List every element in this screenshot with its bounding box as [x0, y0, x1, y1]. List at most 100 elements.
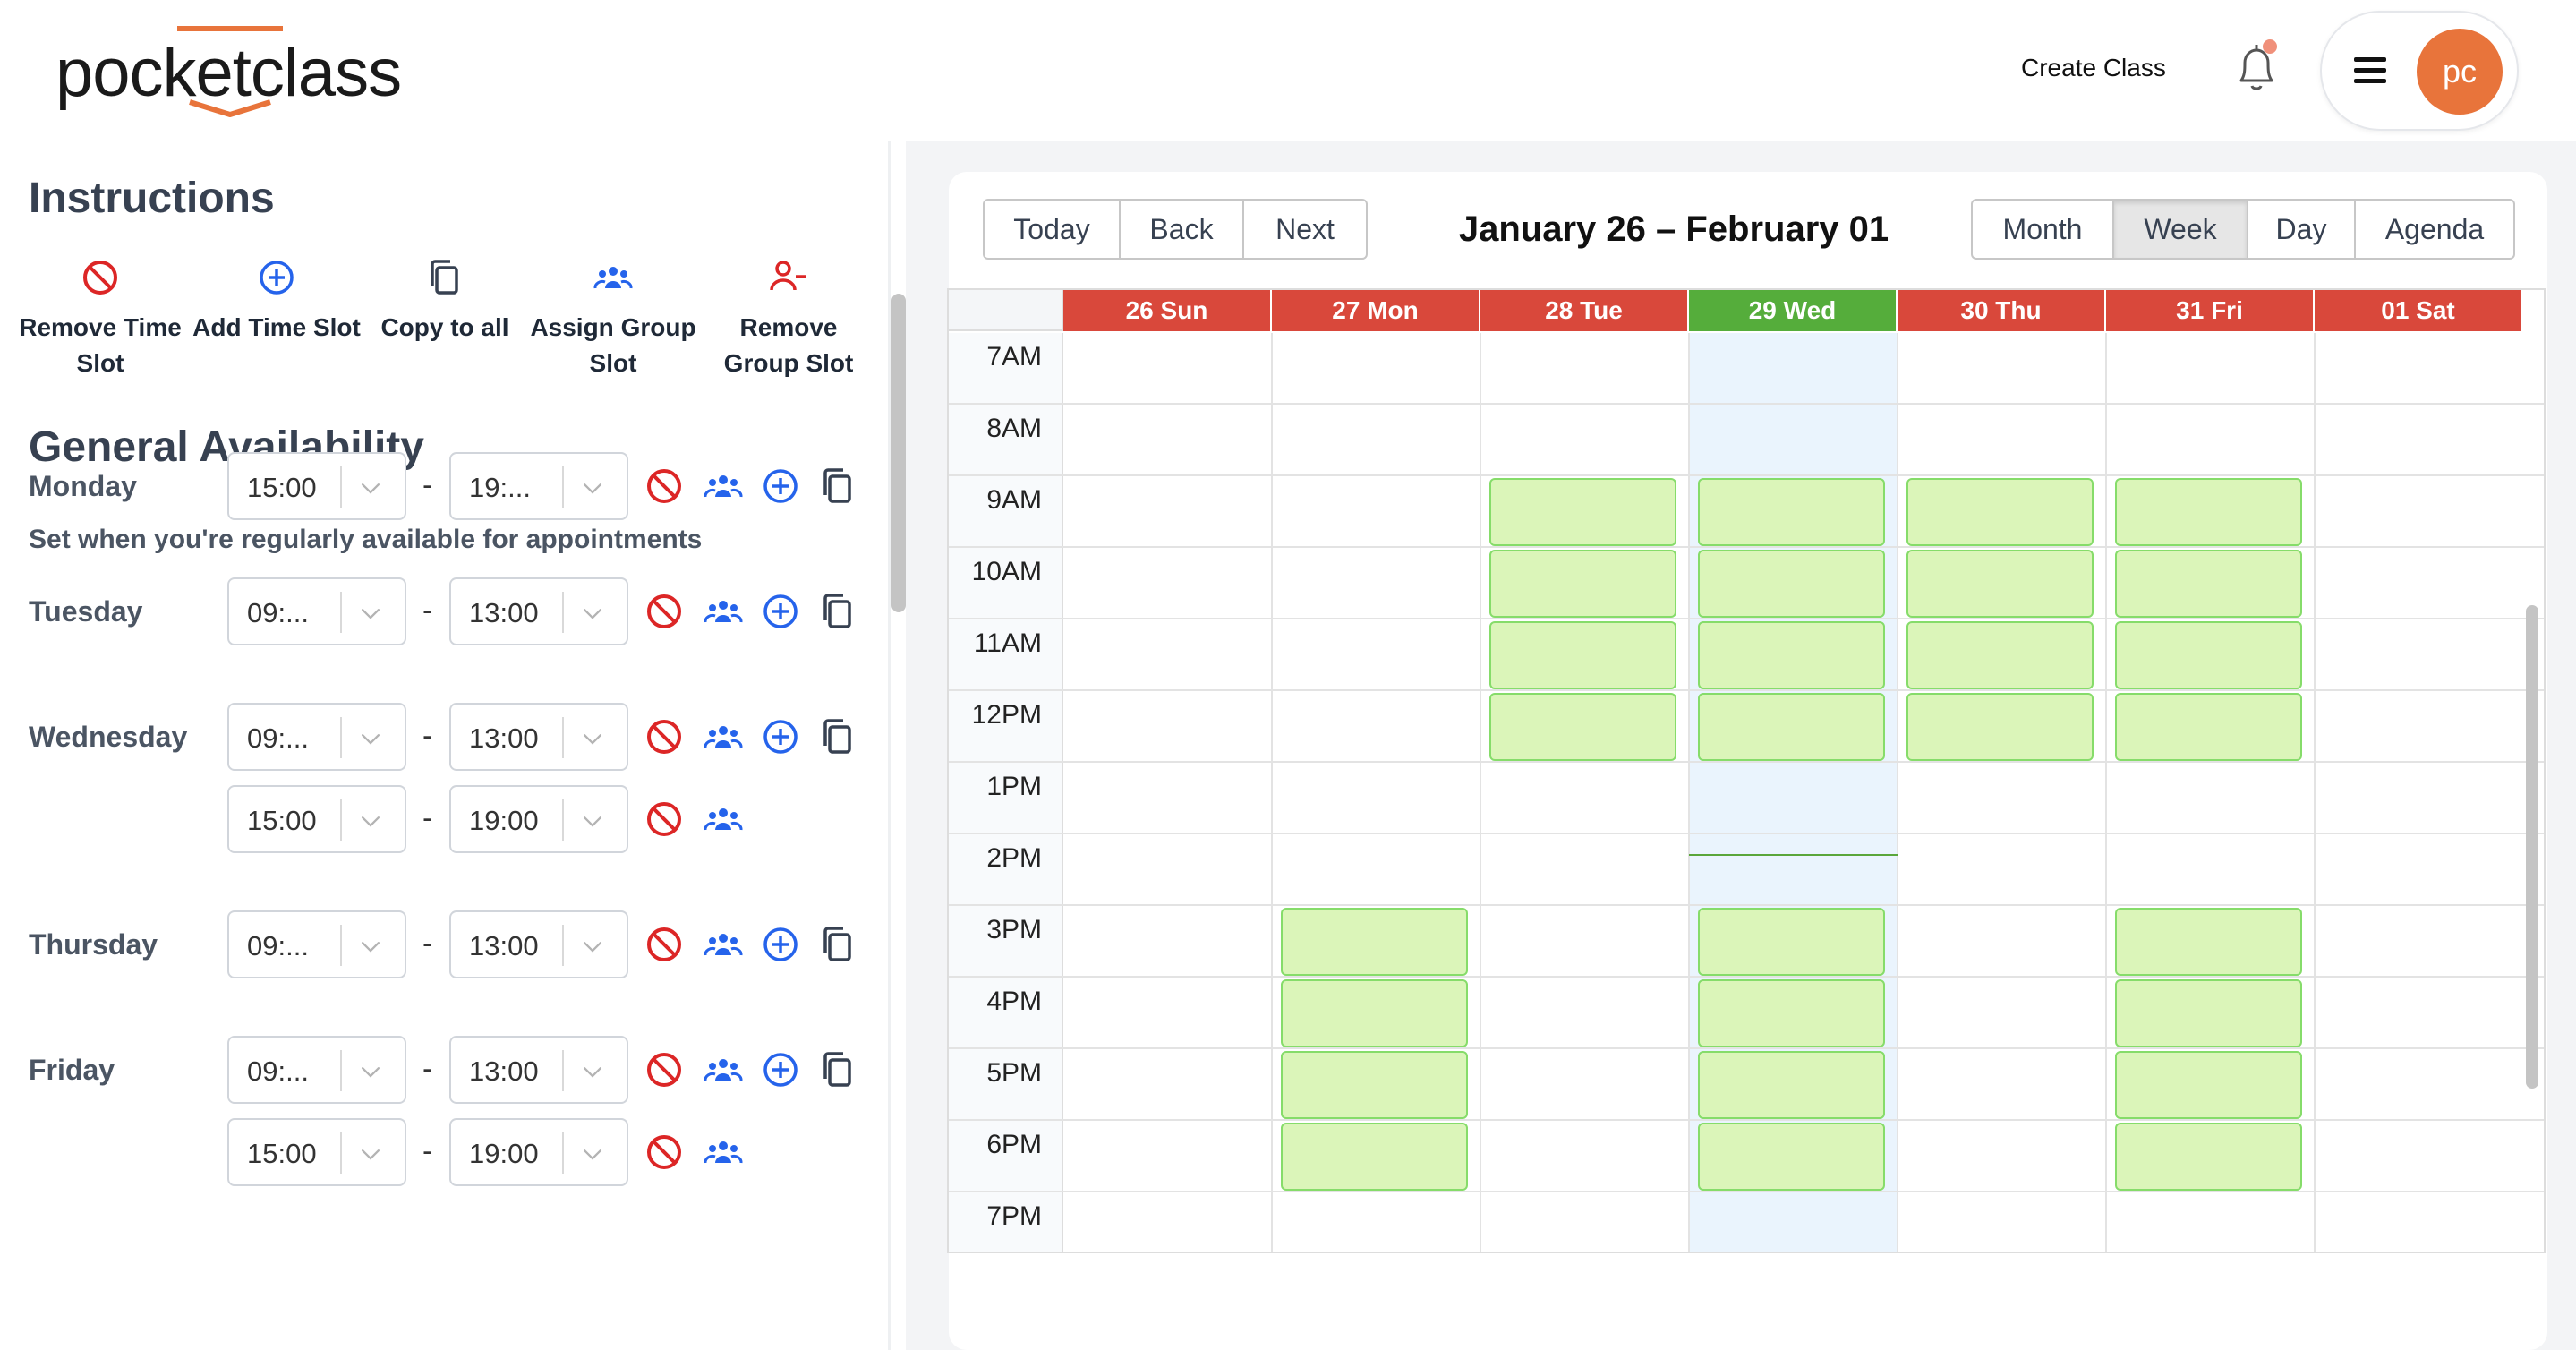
availability-slot-event[interactable]	[1906, 621, 2094, 689]
availability-slot-event[interactable]	[2115, 621, 2302, 689]
notification-bell-icon[interactable]	[2232, 39, 2281, 97]
chevron-down-icon[interactable]	[358, 1059, 383, 1084]
availability-slot-event[interactable]	[1906, 693, 2094, 761]
availability-slot-event[interactable]	[1906, 478, 2094, 546]
chevron-down-icon[interactable]	[358, 601, 383, 626]
start-time-select[interactable]: 09:...	[227, 703, 406, 771]
chevron-down-icon[interactable]	[358, 808, 383, 833]
chevron-down-icon[interactable]	[580, 475, 605, 500]
legend-label: Add Time Slot	[192, 313, 361, 341]
view-button-month[interactable]: Month	[1973, 201, 2114, 258]
calendar-scrollbar[interactable]	[2526, 605, 2538, 1089]
end-time-select[interactable]: 19:00	[449, 1118, 628, 1186]
copy-to-all-button[interactable]	[818, 466, 857, 506]
end-time-select[interactable]: 13:00	[449, 1036, 628, 1104]
assign-group-slot-button[interactable]	[704, 1132, 743, 1172]
chevron-down-icon[interactable]	[580, 726, 605, 751]
chevron-down-icon[interactable]	[580, 808, 605, 833]
availability-slot-event[interactable]	[2115, 693, 2302, 761]
pocketclass-logo[interactable]: pocketclass	[55, 20, 402, 118]
day-header[interactable]: 31 Fri	[2106, 290, 2315, 331]
end-time-select[interactable]: 19:00	[449, 785, 628, 853]
day-header[interactable]: 28 Tue	[1480, 290, 1689, 331]
start-time-select[interactable]: 15:00	[227, 1118, 406, 1186]
day-header[interactable]: 26 Sun	[1063, 290, 1272, 331]
create-class-link[interactable]: Create Class	[2021, 54, 2166, 82]
assign-group-slot-button[interactable]	[704, 466, 743, 506]
copy-to-all-button[interactable]	[818, 717, 857, 756]
remove-time-slot-button[interactable]	[644, 1132, 684, 1172]
availability-slot-event[interactable]	[1281, 1123, 1468, 1191]
profile-menu-button[interactable]: pc	[2320, 11, 2519, 131]
view-button-agenda[interactable]: Agenda	[2356, 201, 2513, 258]
copy-to-all-button[interactable]	[818, 1050, 857, 1089]
availability-slot-event[interactable]	[2115, 908, 2302, 976]
availability-slot-event[interactable]	[1489, 478, 1676, 546]
availability-slot-event[interactable]	[1489, 621, 1676, 689]
chevron-down-icon[interactable]	[580, 601, 605, 626]
availability-slot-event[interactable]	[1698, 908, 1885, 976]
add-time-slot-button[interactable]	[761, 592, 800, 631]
chevron-down-icon[interactable]	[580, 934, 605, 959]
assign-group-slot-button[interactable]	[704, 592, 743, 631]
availability-slot-event[interactable]	[2115, 1123, 2302, 1191]
availability-slot-event[interactable]	[1489, 693, 1676, 761]
start-time-select[interactable]: 09:...	[227, 577, 406, 645]
start-time-select[interactable]: 15:00	[227, 452, 406, 520]
day-header[interactable]: 01 Sat	[2315, 290, 2523, 331]
availability-slot-event[interactable]	[2115, 979, 2302, 1047]
availability-slot-event[interactable]	[1698, 979, 1885, 1047]
nav-button-back[interactable]: Back	[1121, 201, 1244, 258]
chevron-down-icon[interactable]	[358, 1141, 383, 1166]
add-time-slot-button[interactable]	[761, 717, 800, 756]
availability-slot-event[interactable]	[1906, 550, 2094, 618]
add-time-slot-button[interactable]	[761, 1050, 800, 1089]
chevron-down-icon[interactable]	[358, 934, 383, 959]
availability-slot-event[interactable]	[1698, 550, 1885, 618]
day-header[interactable]: 27 Mon	[1272, 290, 1480, 331]
chevron-down-icon[interactable]	[358, 475, 383, 500]
start-time-select[interactable]: 09:...	[227, 910, 406, 978]
end-time-select[interactable]: 13:00	[449, 577, 628, 645]
remove-time-slot-button[interactable]	[644, 925, 684, 964]
remove-time-slot-button[interactable]	[644, 717, 684, 756]
availability-slot-event[interactable]	[1281, 979, 1468, 1047]
start-time-select[interactable]: 09:...	[227, 1036, 406, 1104]
chevron-down-icon[interactable]	[580, 1141, 605, 1166]
copy-to-all-button[interactable]	[818, 925, 857, 964]
availability-slot-event[interactable]	[2115, 478, 2302, 546]
availability-slot-event[interactable]	[1698, 621, 1885, 689]
availability-slot-event[interactable]	[2115, 1051, 2302, 1119]
add-time-slot-button[interactable]	[761, 466, 800, 506]
remove-time-slot-button[interactable]	[644, 592, 684, 631]
nav-button-today[interactable]: Today	[985, 201, 1121, 258]
add-time-slot-button[interactable]	[761, 925, 800, 964]
availability-slot-event[interactable]	[1698, 478, 1885, 546]
remove-time-slot-button[interactable]	[644, 466, 684, 506]
assign-group-slot-button[interactable]	[704, 799, 743, 839]
day-header[interactable]: 29 Wed	[1689, 290, 1898, 331]
left-panel-scrollbar[interactable]	[891, 294, 906, 612]
chevron-down-icon[interactable]	[580, 1059, 605, 1084]
start-time-select[interactable]: 15:00	[227, 785, 406, 853]
copy-to-all-button[interactable]	[818, 592, 857, 631]
remove-time-slot-button[interactable]	[644, 1050, 684, 1089]
assign-group-slot-button[interactable]	[704, 1050, 743, 1089]
availability-slot-event[interactable]	[1698, 1123, 1885, 1191]
view-button-week[interactable]: Week	[2114, 201, 2248, 258]
end-time-select[interactable]: 19:...	[449, 452, 628, 520]
assign-group-slot-button[interactable]	[704, 925, 743, 964]
availability-slot-event[interactable]	[1698, 693, 1885, 761]
end-time-select[interactable]: 13:00	[449, 910, 628, 978]
chevron-down-icon[interactable]	[358, 726, 383, 751]
availability-slot-event[interactable]	[1281, 908, 1468, 976]
availability-slot-event[interactable]	[1698, 1051, 1885, 1119]
view-button-day[interactable]: Day	[2248, 201, 2356, 258]
end-time-select[interactable]: 13:00	[449, 703, 628, 771]
assign-group-slot-button[interactable]	[704, 717, 743, 756]
day-header[interactable]: 30 Thu	[1898, 290, 2106, 331]
availability-slot-event[interactable]	[1489, 550, 1676, 618]
availability-slot-event[interactable]	[1281, 1051, 1468, 1119]
availability-slot-event[interactable]	[2115, 550, 2302, 618]
remove-time-slot-button[interactable]	[644, 799, 684, 839]
